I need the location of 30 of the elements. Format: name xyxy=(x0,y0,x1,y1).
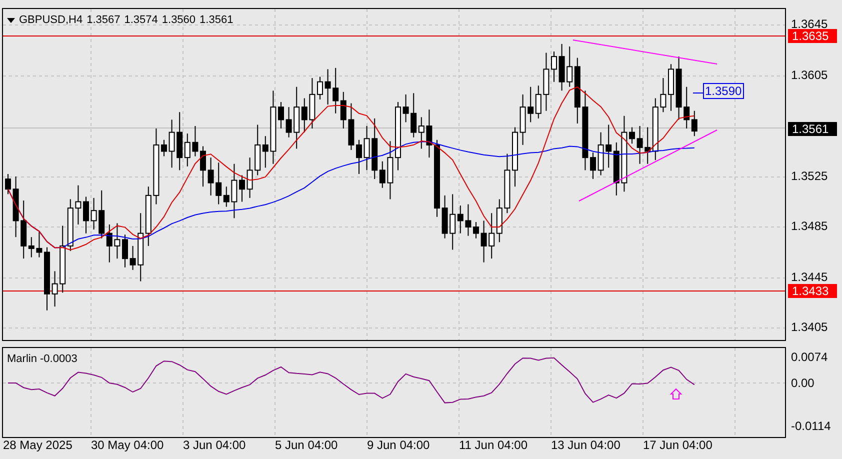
indicator-tick: 0.00 xyxy=(791,376,814,390)
time-label: 30 May 04:00 xyxy=(91,438,164,452)
price-label: 1.3635 xyxy=(788,29,837,43)
price-tick: 1.3645 xyxy=(791,17,828,31)
time-label: 11 Jun 04:00 xyxy=(459,438,528,452)
ohlc-value: 1.3560 xyxy=(162,13,196,28)
time-label: 9 Jun 04:00 xyxy=(367,438,430,452)
price-tick: 1.3445 xyxy=(791,270,828,284)
indicator-tick: -0.0114 xyxy=(791,419,831,433)
indicator-tick: 0.0074 xyxy=(791,350,828,364)
ma-value-label: 1.3590 xyxy=(703,83,744,99)
up-arrow-icon xyxy=(670,388,682,400)
time-label: 17 Jun 04:00 xyxy=(643,438,712,452)
time-label: 13 Jun 04:00 xyxy=(551,438,620,452)
price-tick: 1.3605 xyxy=(791,68,828,82)
ma-label-leader xyxy=(692,92,704,94)
time-label: 5 Jun 04:00 xyxy=(275,438,338,452)
ohlc-value: 1.3561 xyxy=(200,13,234,28)
indicator-label: Marlin -0.0003 xyxy=(7,352,78,367)
time-label: 3 Jun 04:00 xyxy=(183,438,246,452)
ohlc-value: 1.3574 xyxy=(124,13,158,28)
time-label: 28 May 2025 xyxy=(3,438,72,452)
price-tick: 1.3485 xyxy=(791,219,828,233)
price-label: 1.3433 xyxy=(788,284,837,298)
price-tick: 1.3405 xyxy=(791,320,828,334)
price-label: 1.3561 xyxy=(788,122,837,136)
symbol-label: GBPUSD,H4 xyxy=(19,13,83,28)
price-tick: 1.3525 xyxy=(791,169,828,183)
ohlc-value: 1.3567 xyxy=(86,13,120,28)
dropdown-icon[interactable] xyxy=(7,18,15,23)
